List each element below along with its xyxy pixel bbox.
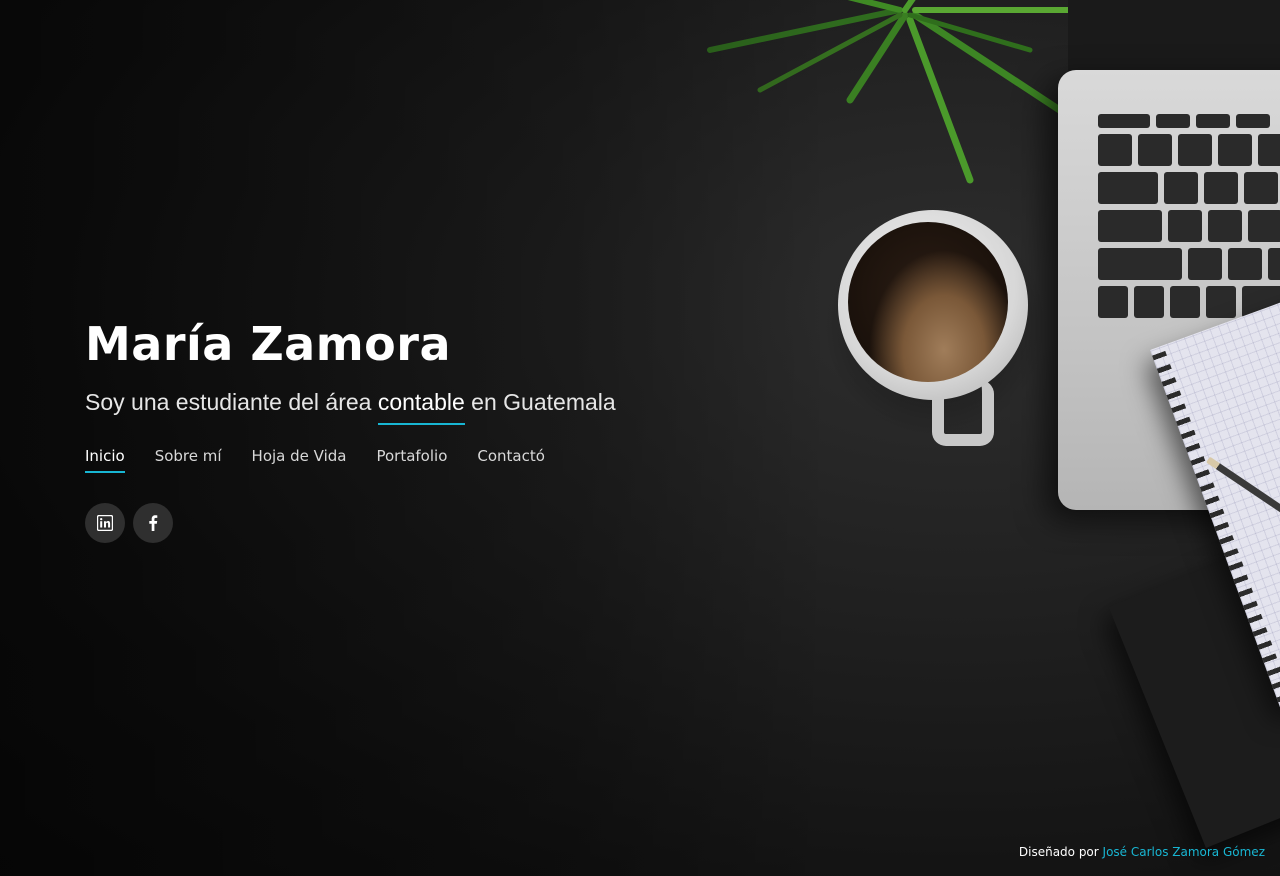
tagline-suffix: en Guatemala [464, 389, 616, 415]
facebook-icon [149, 515, 158, 531]
tagline-prefix: Soy una estudiante del área [85, 389, 378, 415]
keyboard-image [1092, 108, 1280, 322]
plant-image [707, 0, 1103, 184]
nav-item-inicio[interactable]: Inicio [85, 447, 125, 473]
nav-item-sobre-mi[interactable]: Sobre mí [155, 447, 222, 473]
hero-section: María Zamora Soy una estudiante del área… [0, 0, 1280, 876]
main-nav: Inicio Sobre mí Hoja de Vida Portafolio … [85, 447, 725, 473]
nav-item-contacto[interactable]: Contactó [477, 447, 545, 473]
tagline: Soy una estudiante del área contable en … [85, 387, 725, 425]
facebook-button[interactable] [133, 503, 173, 543]
linkedin-icon [97, 515, 113, 531]
credits-prefix: Diseñado por [1018, 845, 1103, 859]
social-links [85, 503, 725, 543]
footer-credits: Diseñado por José Carlos Zamora Gómez [1019, 845, 1265, 859]
credits-author-link[interactable]: José Carlos Zamora Gómez [1103, 845, 1265, 859]
nav-item-hoja-de-vida[interactable]: Hoja de Vida [252, 447, 347, 473]
hero-content: María Zamora Soy una estudiante del área… [85, 315, 725, 543]
nav-item-portafolio[interactable]: Portafolio [376, 447, 447, 473]
page-title: María Zamora [85, 317, 451, 371]
coffee-image [848, 222, 1008, 382]
linkedin-button[interactable] [85, 503, 125, 543]
tagline-highlight: contable [377, 387, 465, 425]
